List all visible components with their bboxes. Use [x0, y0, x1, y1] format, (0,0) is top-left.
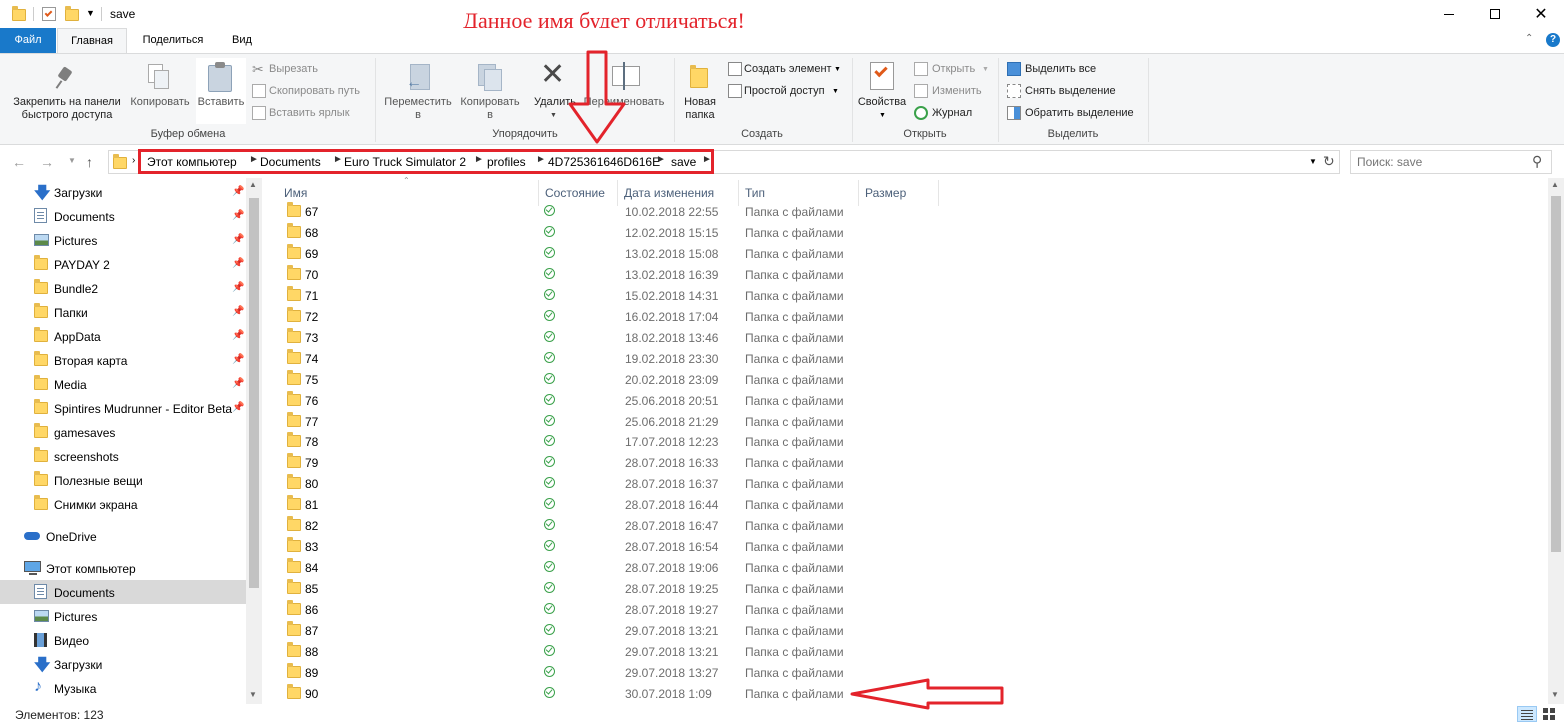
annotation-arrows — [568, 50, 1004, 710]
annotation-down-arrow — [568, 50, 626, 144]
annotation-left-arrow — [850, 678, 1004, 710]
